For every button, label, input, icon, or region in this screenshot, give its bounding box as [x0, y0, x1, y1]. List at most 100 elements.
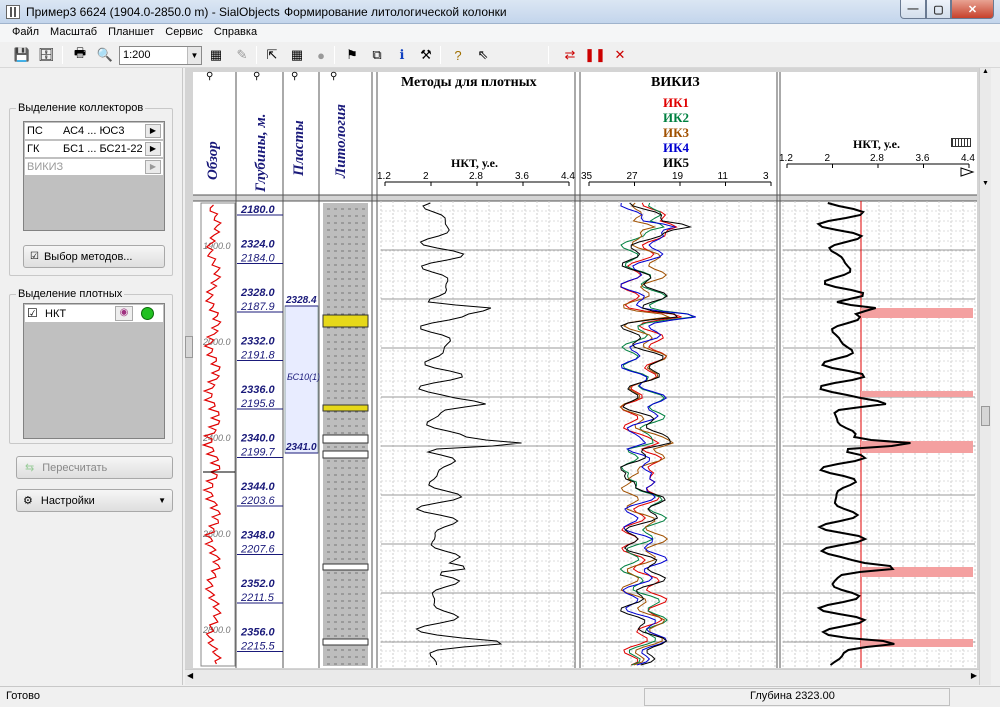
dense-track-title: Методы для плотных — [401, 75, 537, 90]
window-icon[interactable]: ⧉ — [367, 45, 387, 65]
status-bar: Готово Глубина 2323.00 — [0, 686, 1000, 707]
pin-icon[interactable]: ⚲ — [330, 71, 337, 82]
depth-label: 2356.0 — [240, 627, 276, 639]
menu-service[interactable]: Сервис — [159, 24, 208, 38]
arrow-right-icon[interactable]: ▶ — [145, 142, 161, 156]
legend-item: ИК2 — [663, 110, 690, 125]
tracks-icon[interactable]: ⚑ — [342, 45, 362, 65]
depth-abs-label: 2184.0 — [240, 253, 276, 265]
menu-scale[interactable]: Масштаб — [44, 24, 102, 38]
app-icon — [6, 5, 20, 19]
pin-icon[interactable]: ⚲ — [253, 71, 260, 82]
overview-title: Обзор — [205, 141, 221, 180]
scroll-thumb[interactable] — [981, 406, 990, 426]
arrow-right-icon[interactable]: ▶ — [145, 124, 161, 138]
vertical-scrollbar[interactable]: ▲ ▼ — [979, 68, 991, 685]
print-icon[interactable]: 🖶 — [70, 45, 90, 65]
print-preview-icon[interactable]: 🔍 — [95, 45, 115, 65]
save-all-icon[interactable]: 🗄 — [36, 45, 56, 65]
pin-icon[interactable]: ⚲ — [291, 71, 298, 82]
depth-abs-label: 2187.9 — [240, 301, 275, 313]
help-icon[interactable]: ? — [448, 45, 468, 65]
legend-item: ИК4 — [663, 140, 690, 155]
dense-interval — [861, 567, 973, 577]
vikiz-tick-label: 27 — [627, 171, 639, 182]
list-item[interactable]: ПС АС4 ... ЮС3 ▶ — [25, 123, 163, 140]
record-icon[interactable]: ● — [311, 45, 331, 65]
menu-help[interactable]: Справка — [208, 24, 262, 38]
chevron-down-icon[interactable]: ▼ — [158, 496, 166, 505]
depth-label: 2324.0 — [240, 239, 276, 251]
lithology-title: Литология — [333, 103, 349, 178]
lithology-bed — [322, 434, 369, 444]
status-depth: Глубина 2323.00 — [750, 690, 835, 702]
ruler-icon[interactable] — [951, 138, 971, 147]
menu-tablet[interactable]: Планшет — [102, 24, 159, 38]
right-nkt-tick-label: 1.2 — [779, 153, 793, 164]
collectors-group: Выделение коллекторов ПС АС4 ... ЮС3 ▶ Г… — [9, 102, 173, 276]
minimize-button[interactable]: — — [900, 0, 926, 19]
eraser-icon[interactable]: ✎ — [232, 45, 252, 65]
overview-tick: 2600.0 — [202, 529, 231, 539]
tools-icon[interactable]: ⚒ — [416, 45, 436, 65]
right-nkt-label: НКТ, у.е. — [853, 137, 900, 151]
nkt-tick-label: 4.4 — [561, 171, 575, 182]
pause-icon[interactable]: ❚❚ — [584, 45, 606, 65]
title-bar: Пример3 6624 (1904.0-2850.0 m) - SialObj… — [0, 0, 1000, 24]
chevron-down-icon[interactable]: ▼ — [187, 47, 201, 64]
maximize-button[interactable]: ▢ — [926, 0, 951, 19]
scroll-up-icon[interactable]: ▲ — [980, 68, 991, 82]
depth-abs-label: 2215.5 — [240, 641, 276, 653]
scale-select[interactable]: 1:200 ▼ — [119, 46, 202, 65]
list-item[interactable]: ☑ НКТ ◉ — [25, 305, 163, 323]
right-nkt-tick-label: 2.8 — [870, 153, 884, 164]
dense-interval — [861, 391, 973, 397]
collectors-list: ПС АС4 ... ЮС3 ▶ ГК БС1 ... БС21-22 ▶ ВИ… — [23, 121, 165, 231]
depth-abs-label: 2199.7 — [240, 447, 276, 459]
list-item[interactable]: ВИКИЗ ▶ — [25, 159, 163, 176]
horizontal-scrollbar[interactable]: ◀ ▶ — [185, 669, 979, 685]
vikiz-track-title: ВИКИЗ — [651, 75, 700, 90]
close-button[interactable]: ✕ — [951, 0, 994, 19]
eye-icon[interactable]: ◉ — [115, 306, 133, 321]
checkbox-checked-icon[interactable]: ☑ — [27, 306, 38, 320]
cursor-add-icon[interactable]: ⇱ — [262, 45, 282, 65]
scroll-down-icon[interactable]: ▼ — [980, 180, 991, 194]
window-title: Пример3 6624 (1904.0-2850.0 m) - SialObj… — [26, 5, 280, 19]
pin-icon[interactable]: ⚲ — [206, 71, 213, 82]
grid-icon[interactable]: ▦ — [287, 45, 307, 65]
menu-file[interactable]: Файл — [0, 24, 44, 38]
stop-icon[interactable]: ✕ — [610, 45, 630, 65]
layer-name-label: БС10(1) — [287, 372, 320, 382]
context-help-icon[interactable]: ⇖ — [473, 45, 493, 65]
checkbox-icon: ☑ — [30, 251, 39, 262]
depth-label: 2344.0 — [240, 481, 276, 493]
depth-abs-label: 2203.6 — [240, 495, 276, 507]
nkt-tick-label: 2 — [423, 171, 429, 182]
recalc-button[interactable]: ⇆ Пересчитать — [16, 456, 173, 479]
lithology-bed — [322, 404, 369, 412]
status-green-icon[interactable] — [141, 307, 154, 320]
layer-top-label: 2328.4 — [285, 295, 317, 306]
settings-button[interactable]: ⚙ Настройки ▼ — [16, 489, 173, 512]
depth-abs-label: 2191.8 — [240, 350, 276, 362]
splitter-handle[interactable] — [185, 336, 193, 358]
nkt-tick-label: 1.2 — [377, 171, 391, 182]
layers-title: Пласты — [291, 120, 307, 176]
methods-button[interactable]: ☑ Выбор методов... — [23, 245, 165, 268]
dense-interval — [861, 308, 973, 318]
info-icon[interactable]: ℹ — [392, 45, 412, 65]
depth-label: 2180.0 — [240, 204, 276, 216]
scroll-right-icon[interactable]: ▶ — [971, 671, 977, 680]
gear-icon: ⚙ — [23, 495, 33, 507]
legend-item: ИК3 — [663, 125, 690, 140]
layout-icon[interactable]: ▦ — [206, 45, 226, 65]
nkt-axis-label: НКТ, у.е. — [451, 156, 498, 170]
depth-abs-label: 2211.5 — [240, 592, 275, 604]
arrow-right-icon[interactable]: ▶ — [145, 160, 161, 174]
save-icon[interactable]: 💾 — [12, 45, 32, 65]
run-icon[interactable]: ⇄ — [560, 45, 580, 65]
list-item[interactable]: ГК БС1 ... БС21-22 ▶ — [25, 141, 163, 158]
scroll-left-icon[interactable]: ◀ — [187, 671, 193, 680]
vikiz-tick-label: 35 — [581, 171, 593, 182]
